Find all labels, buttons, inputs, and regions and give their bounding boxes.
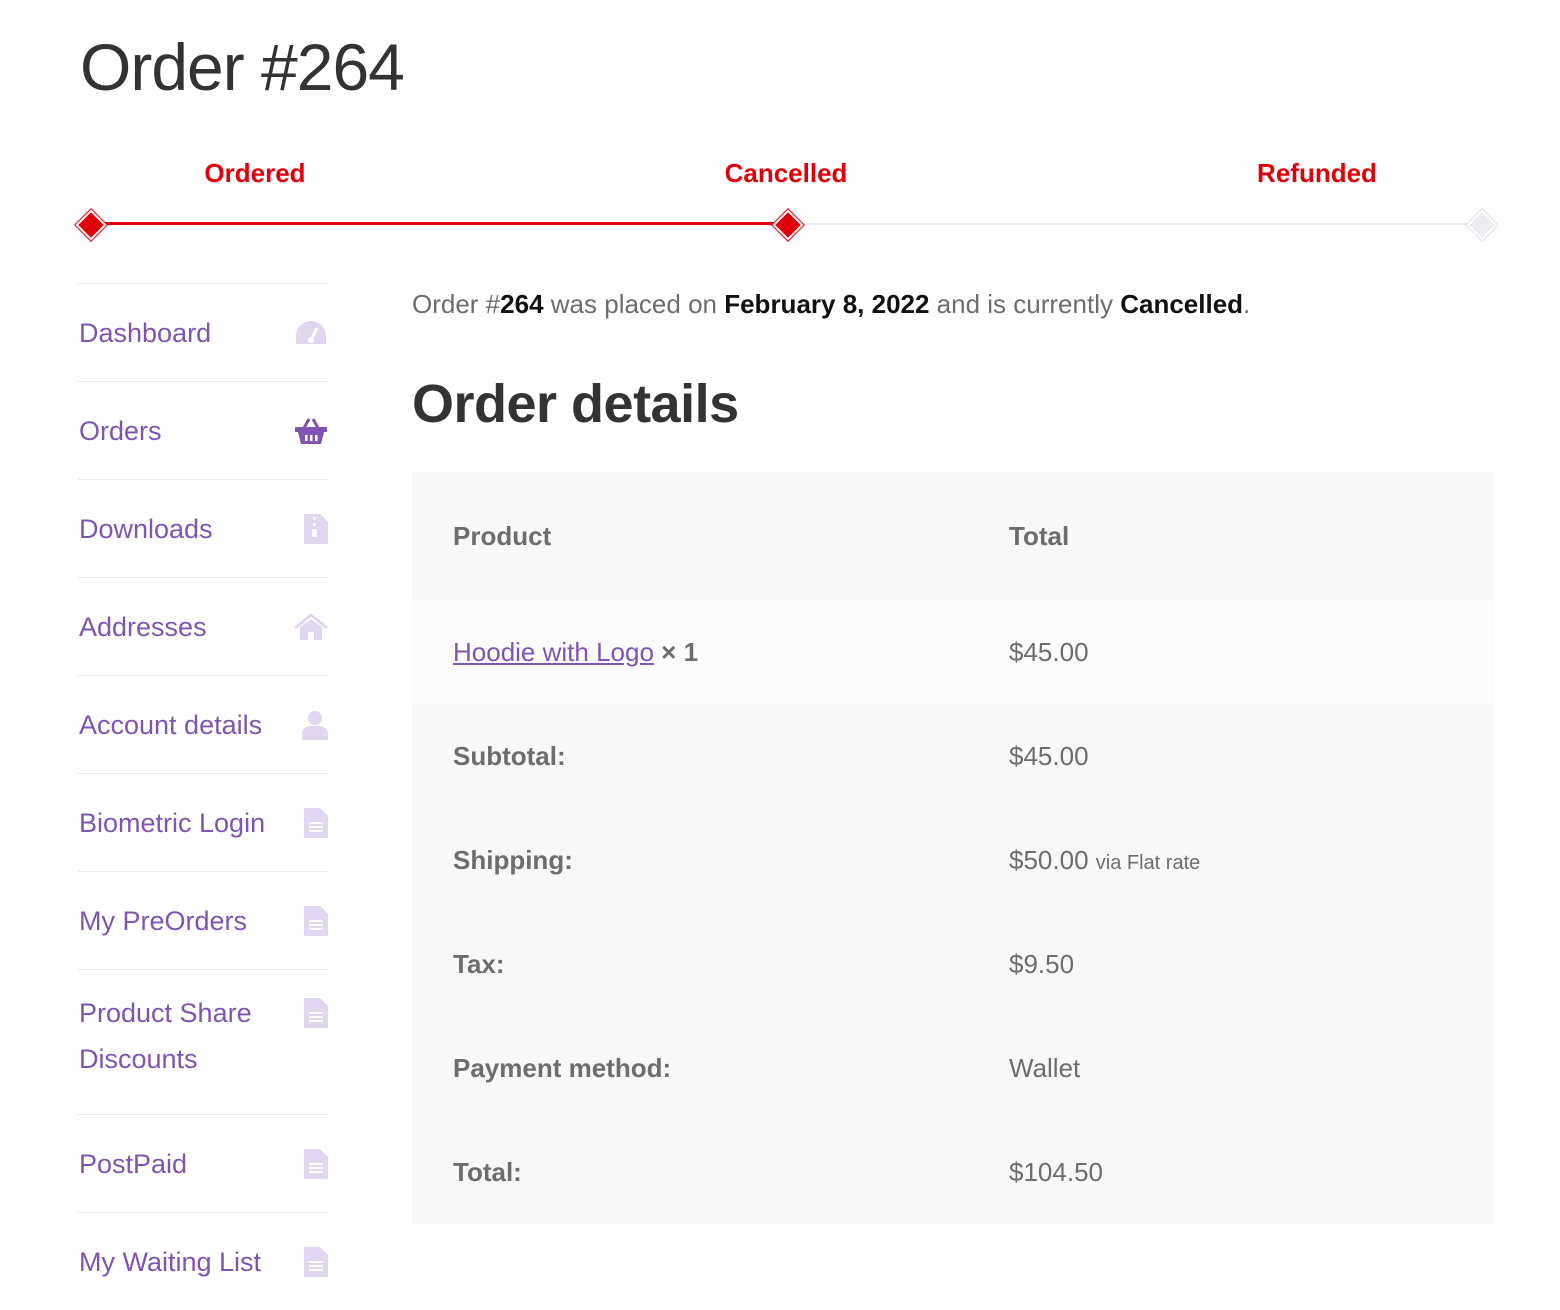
table-row-tax: Tax: $9.50 xyxy=(412,912,1494,1016)
shipping-method-note: via Flat rate xyxy=(1095,851,1201,874)
totals-value: $104.50 xyxy=(1009,1156,1103,1187)
totals-value-cell: $50.00 via Flat rate xyxy=(1009,845,1494,876)
totals-value: $9.50 xyxy=(1009,948,1075,979)
totals-label: Payment method: xyxy=(453,1052,672,1083)
nav-item-postpaid[interactable]: PostPaid xyxy=(78,1114,328,1212)
nav-item-my-preorders[interactable]: My PreOrders xyxy=(78,871,328,969)
step-label-refunded: Refunded xyxy=(1257,158,1377,188)
order-details-table: Product Total Hoodie with Logo × 1 $45.0… xyxy=(412,472,1494,1224)
order-status: Cancelled xyxy=(1120,289,1244,319)
column-header-product: Product xyxy=(453,520,552,551)
step-marker-ordered xyxy=(75,209,107,241)
nav-item-label: Product Share Discounts xyxy=(79,998,252,1074)
totals-label: Total: xyxy=(453,1156,522,1187)
nav-item-label: My PreOrders xyxy=(79,905,248,936)
column-header-total: Total xyxy=(1009,520,1070,551)
nav-item-label: Orders xyxy=(79,415,162,446)
nav-item-label: Biometric Login xyxy=(79,807,266,838)
step-marker-cancelled xyxy=(772,209,804,241)
file-archive-icon xyxy=(294,512,328,546)
nav-item-label: PostPaid xyxy=(79,1148,188,1179)
step-label-cancelled: Cancelled xyxy=(724,158,848,188)
totals-label: Subtotal: xyxy=(453,740,566,771)
step-label-ordered: Ordered xyxy=(204,158,306,188)
product-quantity: × 1 xyxy=(661,636,699,667)
file-text-icon xyxy=(294,806,328,840)
shopping-basket-icon xyxy=(294,414,328,448)
totals-label: Shipping: xyxy=(453,844,573,875)
progress-line-pending xyxy=(788,223,1482,225)
order-summary-text: Order #264 was placed on February 8, 202… xyxy=(412,289,1250,320)
account-navigation: Dashboard Orders Downloads Addresses Acc… xyxy=(78,283,328,1310)
nav-item-label: Account details xyxy=(79,709,263,740)
summary-placed-text: was placed on xyxy=(543,289,725,319)
table-row-total: Total: $104.50 xyxy=(412,1120,1494,1224)
step-marker-refunded xyxy=(1466,209,1498,241)
table-row-subtotal: Subtotal: $45.00 xyxy=(412,704,1494,808)
user-icon xyxy=(294,708,328,742)
nav-item-biometric-login[interactable]: Biometric Login xyxy=(78,773,328,871)
order-status-tracker: Ordered Cancelled Refunded xyxy=(0,0,1560,260)
dashboard-gauge-icon xyxy=(294,316,328,350)
order-number: 264 xyxy=(500,289,544,319)
product-link[interactable]: Hoodie with Logo xyxy=(453,637,654,667)
nav-item-label: My Waiting List xyxy=(79,1246,262,1277)
product-cell: Hoodie with Logo × 1 xyxy=(412,637,1009,668)
totals-value: $50.00 xyxy=(1009,844,1089,875)
home-icon xyxy=(294,610,328,644)
product-total: $45.00 xyxy=(1009,636,1089,667)
nav-item-dashboard[interactable]: Dashboard xyxy=(78,283,328,381)
nav-item-label: Dashboard xyxy=(79,317,212,348)
table-row-shipping: Shipping: $50.00 via Flat rate xyxy=(412,808,1494,912)
summary-suffix: . xyxy=(1243,289,1251,319)
nav-item-downloads[interactable]: Downloads xyxy=(78,479,328,577)
nav-item-account-details[interactable]: Account details xyxy=(78,675,328,773)
totals-value: $45.00 xyxy=(1009,740,1089,771)
file-text-icon xyxy=(294,1245,328,1279)
file-text-icon xyxy=(294,996,328,1030)
file-text-icon xyxy=(294,904,328,938)
nav-item-orders[interactable]: Orders xyxy=(78,381,328,479)
totals-label: Tax: xyxy=(453,948,505,979)
summary-status-text: and is currently xyxy=(929,289,1121,319)
nav-item-label: Downloads xyxy=(79,513,213,544)
table-row-payment-method: Payment method: Wallet xyxy=(412,1016,1494,1120)
order-date: February 8, 2022 xyxy=(724,289,930,319)
totals-value: Wallet xyxy=(1009,1052,1081,1083)
nav-item-product-share-discounts[interactable]: Product Share Discounts xyxy=(78,969,328,1114)
nav-item-label: Addresses xyxy=(79,611,207,642)
table-row: Hoodie with Logo × 1 $45.00 xyxy=(412,600,1494,704)
summary-prefix: Order # xyxy=(412,289,501,319)
nav-item-addresses[interactable]: Addresses xyxy=(78,577,328,675)
table-header-row: Product Total xyxy=(412,472,1494,600)
file-text-icon xyxy=(294,1147,328,1181)
nav-item-my-waiting-list[interactable]: My Waiting List xyxy=(78,1212,328,1310)
progress-line-complete xyxy=(92,222,788,225)
order-details-heading: Order details xyxy=(412,374,739,434)
